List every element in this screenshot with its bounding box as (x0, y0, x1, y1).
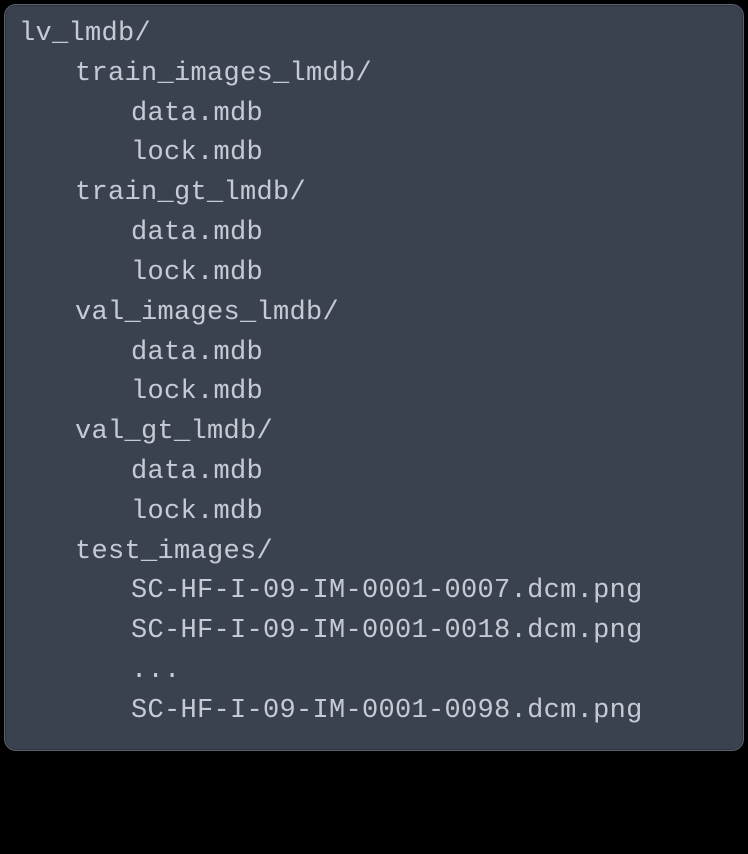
tree-file: data.mdb (19, 214, 727, 254)
tree-root: lv_lmdb/ (19, 15, 727, 55)
tree-file: lock.mdb (19, 373, 727, 413)
tree-file: data.mdb (19, 95, 727, 135)
tree-file: SC-HF-I-09-IM-0001-0007.dcm.png (19, 572, 727, 612)
tree-folder: train_images_lmdb/ (19, 55, 727, 95)
code-block: lv_lmdb/ train_images_lmdb/ data.mdb loc… (4, 4, 744, 751)
tree-file: data.mdb (19, 453, 727, 493)
tree-folder: val_gt_lmdb/ (19, 413, 727, 453)
tree-folder: val_images_lmdb/ (19, 294, 727, 334)
tree-file: SC-HF-I-09-IM-0001-0018.dcm.png (19, 612, 727, 652)
tree-file: lock.mdb (19, 134, 727, 174)
tree-file: SC-HF-I-09-IM-0001-0098.dcm.png (19, 692, 727, 732)
tree-folder: test_images/ (19, 533, 727, 573)
tree-file: lock.mdb (19, 493, 727, 533)
tree-file: data.mdb (19, 334, 727, 374)
tree-ellipsis: ... (19, 652, 727, 692)
tree-file: lock.mdb (19, 254, 727, 294)
tree-folder: train_gt_lmdb/ (19, 174, 727, 214)
